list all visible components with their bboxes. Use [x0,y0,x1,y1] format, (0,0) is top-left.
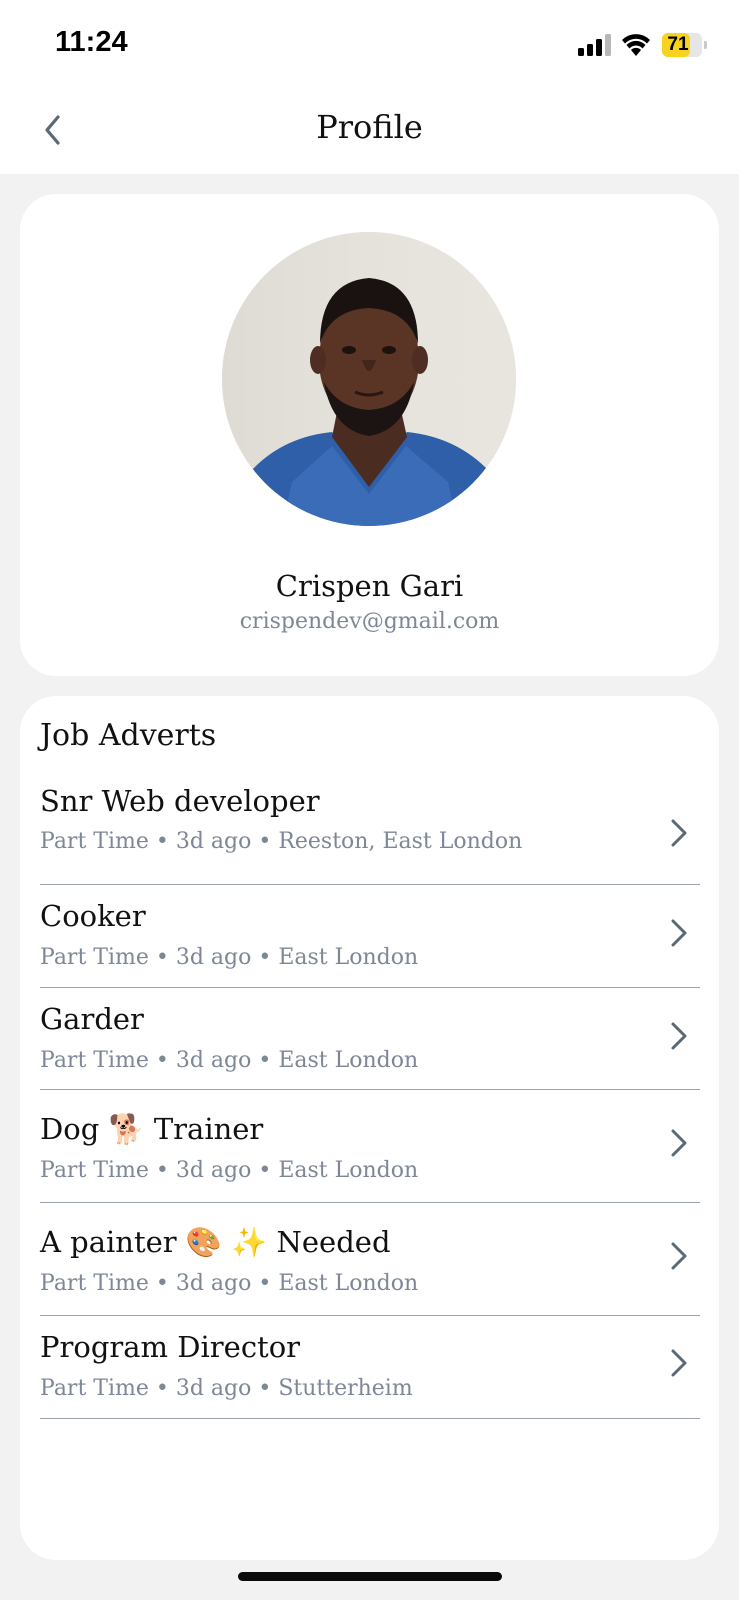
battery-tip [704,41,707,49]
profile-photo [222,232,516,526]
job-title: Program Director [40,1330,301,1364]
job-adverts-card: Job Adverts Snr Web developer Part Time … [20,696,719,1560]
page-title: Profile [316,108,423,146]
list-item[interactable]: Cooker Part Time • 3d ago • East London [40,885,700,988]
navigation-bar: Profile [0,90,739,174]
status-bar: 11:24 71 [0,0,739,90]
job-title: Cooker [40,899,146,933]
wifi-icon [622,34,650,56]
home-indicator [238,1572,502,1581]
section-title: Job Adverts [40,718,217,753]
profile-card: Crispen Gari crispendev@gmail.com [20,194,719,676]
job-list: Snr Web developer Part Time • 3d ago • R… [40,784,700,1419]
chevron-right-icon [671,1022,687,1050]
cellular-signal-icon [578,34,611,56]
job-title: Dog 🐕 Trainer [40,1112,264,1146]
profile-email: crispendev@gmail.com [239,609,500,634]
list-item[interactable]: Snr Web developer Part Time • 3d ago • R… [40,784,700,885]
list-item[interactable]: Program Director Part Time • 3d ago • St… [40,1316,700,1419]
chevron-right-icon [671,1349,687,1377]
profile-name: Crispen Gari [275,569,464,603]
list-item[interactable]: A painter 🎨 ✨ Needed Part Time • 3d ago … [40,1203,700,1316]
status-time: 11:24 [55,26,128,58]
job-meta: Part Time • 3d ago • East London [40,945,419,970]
chevron-right-icon [671,1129,687,1157]
job-title: A painter 🎨 ✨ Needed [40,1225,391,1259]
list-item[interactable]: Garder Part Time • 3d ago • East London [40,988,700,1090]
battery-percentage: 71 [667,34,689,55]
job-meta: Part Time • 3d ago • East London [40,1271,419,1296]
battery-indicator: 71 [662,33,702,57]
job-meta: Part Time • 3d ago • East London [40,1048,419,1073]
chevron-right-icon [671,819,687,847]
job-meta: Part Time • 3d ago • East London [40,1158,419,1183]
job-title: Snr Web developer [40,784,320,818]
job-meta: Part Time • 3d ago • Reeston, East Londo… [40,829,523,854]
job-title: Garder [40,1002,144,1036]
chevron-right-icon [671,919,687,947]
chevron-right-icon [671,1242,687,1270]
job-meta: Part Time • 3d ago • Stutterheim [40,1376,413,1401]
list-item[interactable]: Dog 🐕 Trainer Part Time • 3d ago • East … [40,1090,700,1203]
avatar [222,232,516,526]
